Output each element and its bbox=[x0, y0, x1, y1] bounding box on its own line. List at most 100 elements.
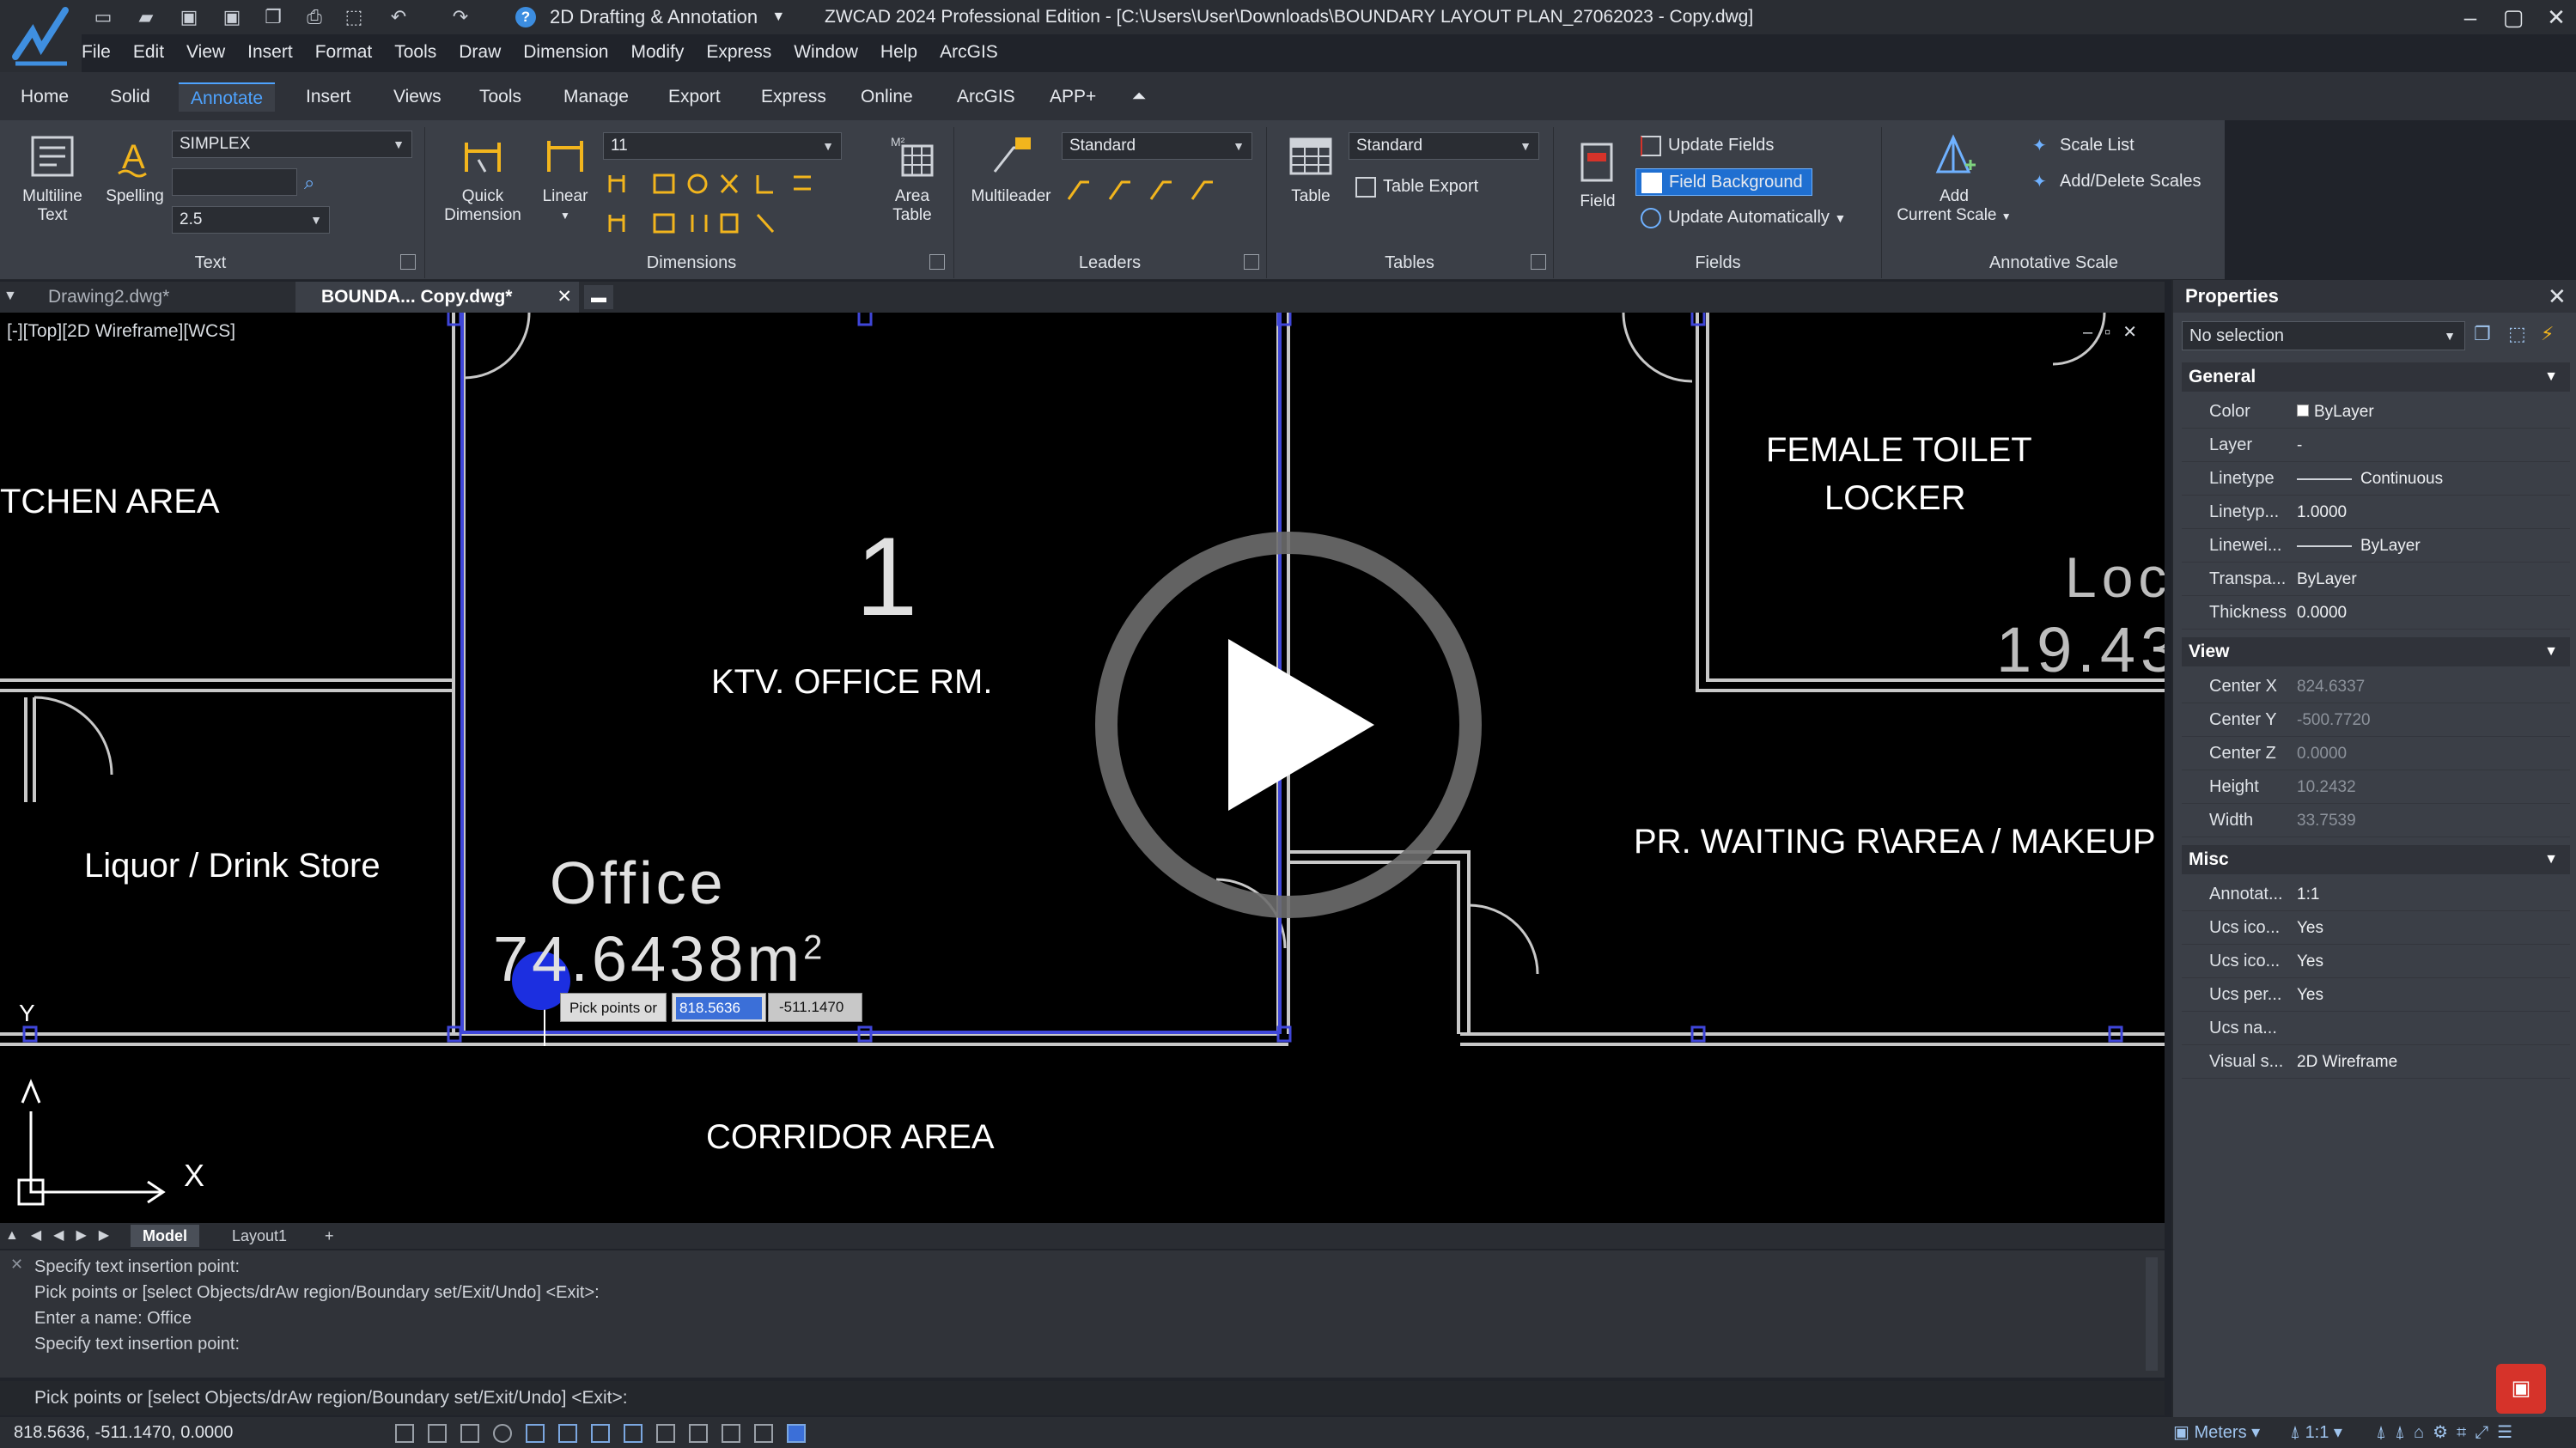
leader-style-select[interactable]: Standard ▼ bbox=[1062, 132, 1252, 160]
save-all-icon[interactable]: ❐ bbox=[261, 5, 285, 29]
menu-view[interactable]: View bbox=[186, 38, 225, 67]
annotation-scale-select[interactable]: ⍋ 1:1 ▾ bbox=[2290, 1417, 2342, 1448]
viewport-controls[interactable]: –▫✕ bbox=[2083, 321, 2149, 343]
panel-launcher-icon[interactable] bbox=[1244, 254, 1259, 270]
prop-row-center-x[interactable]: Center X 824.6337 bbox=[2182, 670, 2570, 703]
tab-express[interactable]: Express bbox=[749, 82, 838, 112]
panel-launcher-icon[interactable] bbox=[1531, 254, 1546, 270]
menu-draw[interactable]: Draw bbox=[459, 38, 501, 67]
section-misc[interactable]: Misc ▼ bbox=[2182, 845, 2570, 874]
toggle-pickadd-icon[interactable]: ❐ bbox=[2474, 323, 2498, 347]
layout-tab-add[interactable]: + bbox=[313, 1225, 346, 1247]
prop-row-layer[interactable]: Layer - bbox=[2182, 429, 2570, 462]
tab-app-plus[interactable]: APP+ bbox=[1038, 82, 1108, 112]
update-automatically-button[interactable]: Update Automatically ▼ bbox=[1641, 206, 1846, 229]
prop-row-ucs-icon-origin[interactable]: Ucs ico... Yes bbox=[2182, 945, 2570, 978]
prop-row-color[interactable]: Color ByLayer bbox=[2182, 395, 2570, 429]
command-input[interactable]: Pick points or [select Objects/drAw regi… bbox=[0, 1381, 2165, 1415]
quick-properties-icon[interactable] bbox=[722, 1424, 740, 1443]
object-snap-icon[interactable] bbox=[526, 1424, 545, 1443]
prop-row-linetype-scale[interactable]: Linetyp... 1.0000 bbox=[2182, 496, 2570, 529]
close-icon[interactable]: ✕ bbox=[10, 1256, 23, 1274]
maximize-button[interactable]: ▢ bbox=[2496, 2, 2530, 33]
new-file-icon[interactable]: ▭ bbox=[91, 5, 115, 29]
doc-tab-drawing2[interactable]: Drawing2.dwg* bbox=[22, 282, 297, 313]
spelling-button[interactable]: A Spelling bbox=[96, 134, 174, 206]
menu-arcgis[interactable]: ArcGIS bbox=[940, 38, 998, 67]
viewport-close-icon[interactable]: ✕ bbox=[2122, 323, 2149, 342]
update-fields-button[interactable]: Update Fields bbox=[1641, 134, 1774, 156]
drawing-viewport[interactable]: [-][Top][2D Wireframe][WCS] –▫✕ TCHEN AR… bbox=[0, 313, 2165, 1223]
tab-views[interactable]: Views bbox=[381, 82, 454, 112]
lineweight-icon[interactable] bbox=[656, 1424, 675, 1443]
quick-select-icon[interactable]: ⚡ bbox=[2541, 323, 2565, 347]
status-tools-tray[interactable]: ⍋⍋⌂⚙⌗⤢☰ bbox=[2376, 1417, 2521, 1448]
prop-row-width[interactable]: Width 33.7539 bbox=[2182, 804, 2570, 837]
section-view[interactable]: View ▼ bbox=[2182, 637, 2570, 666]
close-button[interactable]: ✕ bbox=[2539, 2, 2573, 33]
tab-annotate[interactable]: Annotate bbox=[179, 82, 276, 112]
prop-row-center-y[interactable]: Center Y -500.7720 bbox=[2182, 703, 2570, 737]
linear-dimension-button[interactable]: Linear ▼ bbox=[531, 134, 600, 225]
add-current-scale-button[interactable]: Add Current Scale ▼ bbox=[1890, 134, 2019, 226]
zoom-window-icon[interactable]: ⬚ bbox=[342, 5, 366, 29]
history-scrollbar[interactable] bbox=[2146, 1257, 2158, 1371]
chevron-down-icon[interactable]: ▼ bbox=[531, 206, 600, 225]
close-icon[interactable]: ✕ bbox=[557, 282, 572, 313]
search-icon[interactable]: ⌕ bbox=[304, 172, 326, 194]
select-objects-icon[interactable]: ⬚ bbox=[2508, 323, 2532, 347]
multiline-text-button[interactable]: Multiline Text bbox=[14, 134, 91, 225]
undo-icon[interactable]: ↶ bbox=[387, 5, 411, 29]
text-style-select[interactable]: SIMPLEX ▼ bbox=[172, 131, 412, 158]
field-button[interactable]: Field bbox=[1562, 141, 1634, 211]
prop-row-ucs-name[interactable]: Ucs na... bbox=[2182, 1012, 2570, 1045]
layout-tab-layout1[interactable]: Layout1 bbox=[220, 1225, 299, 1247]
transparency-icon[interactable] bbox=[689, 1424, 708, 1443]
area-table-button[interactable]: M² Area Table bbox=[878, 134, 947, 225]
multileader-button[interactable]: Multileader bbox=[964, 134, 1058, 206]
save-icon[interactable]: ▣ bbox=[177, 5, 201, 29]
ribbon-minimize-icon[interactable]: ⏶ bbox=[1120, 82, 1159, 112]
help-icon[interactable]: ? bbox=[515, 7, 536, 27]
minimize-button[interactable]: – bbox=[2453, 2, 2488, 33]
units-select[interactable]: ▣ Meters ▾ bbox=[2173, 1417, 2260, 1448]
menu-edit[interactable]: Edit bbox=[133, 38, 164, 67]
selection-filter-select[interactable]: No selection ▼ bbox=[2182, 321, 2465, 350]
table-button[interactable]: Table bbox=[1275, 134, 1347, 206]
tab-online[interactable]: Online bbox=[849, 82, 925, 112]
annotation-monitor-icon[interactable] bbox=[787, 1424, 806, 1443]
workspace-dropdown[interactable]: ? 2D Drafting & Annotation ▼ bbox=[515, 3, 794, 31]
tab-solid[interactable]: Solid bbox=[98, 82, 162, 112]
tab-manage[interactable]: Manage bbox=[551, 82, 641, 112]
dimension-tools-grid[interactable] bbox=[603, 168, 878, 246]
snap-mode-icon[interactable] bbox=[428, 1424, 447, 1443]
dynamic-input-icon[interactable] bbox=[624, 1424, 642, 1443]
menu-help[interactable]: Help bbox=[880, 38, 917, 67]
field-background-button[interactable]: Field Background bbox=[1635, 168, 1812, 196]
tab-list-icon[interactable]: ▼ bbox=[3, 289, 17, 304]
dynamic-input-x[interactable]: 818.5636 bbox=[672, 993, 766, 1022]
quick-dimension-button[interactable]: Quick Dimension bbox=[440, 134, 526, 225]
dynamic-ucs-icon[interactable] bbox=[591, 1424, 610, 1443]
close-icon[interactable]: ✕ bbox=[2548, 283, 2567, 310]
dimension-style-select[interactable]: 11 ▼ bbox=[603, 132, 842, 160]
panel-launcher-icon[interactable] bbox=[400, 254, 416, 270]
layout-nav-arrows[interactable]: ▲◀◀▶▶ bbox=[5, 1225, 121, 1247]
table-style-select[interactable]: Standard ▼ bbox=[1349, 132, 1539, 160]
prop-row-center-z[interactable]: Center Z 0.0000 bbox=[2182, 737, 2570, 770]
menu-modify[interactable]: Modify bbox=[630, 38, 684, 67]
menu-window[interactable]: Window bbox=[794, 38, 858, 67]
tab-export[interactable]: Export bbox=[656, 82, 733, 112]
app-logo[interactable] bbox=[0, 0, 82, 72]
text-height-select[interactable]: 2.5 ▼ bbox=[172, 206, 330, 234]
menu-file[interactable]: File bbox=[82, 38, 111, 67]
viewport-restore-icon[interactable]: ▫ bbox=[2104, 323, 2122, 342]
prop-row-visual-style[interactable]: Visual s... 2D Wireframe bbox=[2182, 1045, 2570, 1079]
table-export-button[interactable]: Table Export bbox=[1355, 175, 1478, 198]
redo-icon[interactable]: ↷ bbox=[448, 5, 472, 29]
prop-row-lineweight[interactable]: Linewei... ByLayer bbox=[2182, 529, 2570, 563]
menu-format[interactable]: Format bbox=[315, 38, 373, 67]
selection-cycling-icon[interactable] bbox=[754, 1424, 773, 1443]
scale-list-button[interactable]: ✦ Scale List bbox=[2032, 134, 2134, 156]
prop-row-ucs-per-viewport[interactable]: Ucs per... Yes bbox=[2182, 978, 2570, 1012]
